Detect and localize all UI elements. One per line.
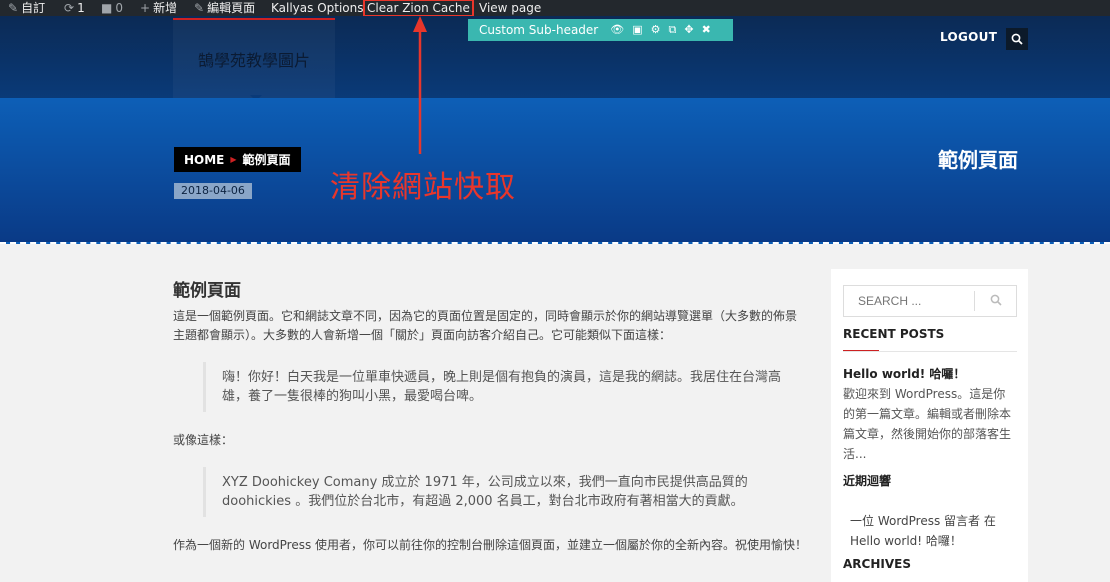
recent-posts-title: RECENT POSTS [843,327,945,341]
content-quote-2: XYZ Doohickey Comany 成立於 1971 年，公司成立以來，我… [203,467,808,517]
admin-new-label: 新增 [153,1,178,15]
admin-kallyas-label: Kallyas Options [271,1,364,15]
content-or-like: 或像這樣： [173,433,234,447]
sidebar-search [843,285,1017,317]
refresh-icon: ⟳ [64,1,75,15]
page-subheader: HOME ▶ 範例頁面 2018-04-06 範例頁面 [0,98,1110,244]
close-icon[interactable]: ✖ [702,23,711,37]
logout-link[interactable]: LOGOUT [940,30,997,44]
admin-customize-label: 自訂 [21,1,46,15]
sidebar-search-input[interactable] [844,287,974,315]
pencil-icon: ✎ [194,1,205,15]
subheader-toolbar: Custom Sub-header 👁 ▣ ⚙ ⧉ ✥ ✖ [468,19,733,41]
sidebar: RECENT POSTS Hello world! 哈囉！ 歡迎來到 WordP… [831,269,1028,582]
admin-edit-page[interactable]: ✎ 編輯頁面 [194,0,255,16]
comment-icon: ■ [101,1,113,15]
copy-icon[interactable]: ⧉ [668,23,676,37]
header-search-button[interactable] [1006,28,1028,50]
recent-posts-divider [843,351,1017,352]
admin-kallyas-options[interactable]: Kallyas Options [271,0,364,16]
breadcrumb-current: 範例頁面 [242,153,291,167]
content-quote-1: 嗨！你好！白天我是一位單車快遞員，晚上則是個有抱負的演員，這是我的網誌。我居住在… [203,362,808,412]
plus-icon: + [140,1,151,15]
site-logo[interactable]: 鵠學苑教學圖片 [173,18,335,98]
archives-title: ARCHIVES [843,557,911,571]
page-content: 範例頁面 這是一個範例頁面。它和網誌文章不同，因為它的頁面位置是固定的，同時會顯… [173,282,808,555]
admin-customize[interactable]: ✎ 自訂 [8,0,45,16]
admin-view-page-label: View page [479,1,542,15]
move-icon[interactable]: ✥ [684,23,693,37]
cogs-icon[interactable]: ⚙ [651,23,661,37]
content-closing: 作為一個新的 WordPress 使用者，你可以前往你的控制台刪除這個頁面，並建… [173,538,808,552]
page-title: 範例頁面 [938,148,1018,172]
recent-comment: 一位 WordPress 留言者 在 Hello world! 哈囉！ [843,511,1016,551]
admin-view-page[interactable]: View page [479,0,541,16]
save-icon[interactable]: ▣ [632,23,642,37]
breadcrumb-separator-icon: ▶ [230,155,237,164]
breadcrumb-home[interactable]: HOME [184,153,224,167]
annotation-arrow [413,16,427,154]
comment-on-text: 在 [983,514,996,528]
admin-new[interactable]: + 新增 [140,0,177,16]
admin-edit-page-label: 編輯頁面 [207,1,256,15]
comment-post-link[interactable]: Hello world! 哈囉！ [850,534,962,548]
search-icon [990,294,1002,306]
admin-updates-count: 1 [77,1,85,15]
brush-icon: ✎ [8,1,19,15]
recent-post-link[interactable]: Hello world! 哈囉！ [843,365,1016,382]
comment-author-link[interactable]: 一位 WordPress 留言者 [850,514,980,528]
admin-comments-count: 0 [115,1,123,15]
admin-comments[interactable]: ■ 0 [101,0,123,16]
eye-icon[interactable]: 👁 [610,23,624,37]
annotation-text: 清除網站快取 [330,170,516,205]
logo-text: 鵠學苑教學圖片 [197,51,310,70]
admin-updates[interactable]: ⟳ 1 [64,0,85,16]
content-title: 範例頁面 [173,281,241,301]
recent-comments-title: 近期迴響 [843,474,892,488]
breadcrumb: HOME ▶ 範例頁面 [174,147,301,172]
subheader-toolbar-label: Custom Sub-header [479,23,599,37]
admin-bar: ✎ 自訂 ⟳ 1 ■ 0 + 新增 ✎ 編輯頁面 Kallyas Options… [0,0,1110,17]
recent-post-excerpt: 歡迎來到 WordPress。這是你的第一篇文章。編輯或者刪除本篇文章，然後開始… [843,387,1012,461]
date-badge: 2018-04-06 [174,183,252,199]
sidebar-search-button[interactable] [975,294,1016,309]
content-intro: 這是一個範例頁面。它和網誌文章不同，因為它的頁面位置是固定的，同時會顯示於你的網… [173,309,798,342]
search-icon [1011,33,1023,45]
